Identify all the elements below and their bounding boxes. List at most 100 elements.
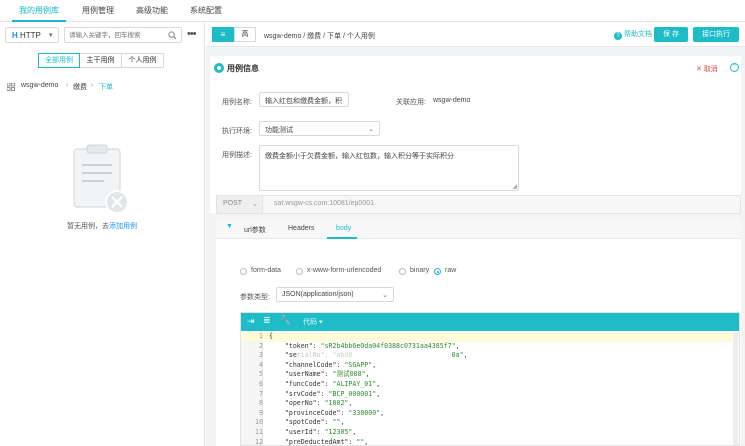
url-bar: POST ⌄ sat.wsgw-cs.com:10081/ep0001 xyxy=(216,195,741,214)
line-number: 9 xyxy=(259,408,263,417)
code-text: { xyxy=(269,332,273,340)
active-tab-indicator xyxy=(327,237,357,239)
line-number: 10 xyxy=(255,418,263,427)
radio-form-data-label: form-data xyxy=(251,267,281,274)
code-text: "userId": "12305", xyxy=(269,428,357,436)
tab-url-params[interactable]: url参数 xyxy=(244,225,266,235)
case-description-value: 缴费金额小于欠费金额，输入红包数，输入积分等于实际积分 xyxy=(265,153,454,160)
breadcrumb-l1[interactable]: 缴费 xyxy=(73,82,87,92)
param-type-label: 参数类型: xyxy=(240,294,270,301)
editor-toolbar: ⇥ ≣ 🔧 代码 ▾ xyxy=(241,313,739,331)
toolbar: ≡ 高 wsgw-demo / 缴费 / 下单 / 个人用例 ? 帮助文档 保 … xyxy=(206,23,745,47)
line-number: 8 xyxy=(259,399,263,408)
method-value: POST xyxy=(223,200,243,207)
help-label: 帮助文档 xyxy=(623,31,652,38)
code-dropdown[interactable]: 代码 ▾ xyxy=(303,317,322,327)
code-text: "provinceCode": "330000", xyxy=(269,408,385,417)
format-icon[interactable]: ⇥ xyxy=(247,316,255,327)
grid-icon xyxy=(7,83,15,91)
filter-trunk[interactable]: 主干用例 xyxy=(80,53,122,68)
code-text: "token": "sR2b4bb6e0da04f0388c0731aa4385… xyxy=(269,341,460,350)
more-icon[interactable]: ••• xyxy=(187,28,197,40)
view-button-high[interactable]: 高 xyxy=(234,27,256,42)
right-panel: ≡ 高 wsgw-demo / 缴费 / 下单 / 个人用例 ? 帮助文档 保 … xyxy=(206,23,745,446)
line-number: 6 xyxy=(259,380,263,388)
help-icon: ? xyxy=(614,32,622,40)
radio-binary[interactable] xyxy=(399,268,406,275)
app-value: wsgw-demo xyxy=(433,97,471,104)
url-input[interactable]: sat.wsgw-cs.com:10081/ep0001 xyxy=(274,200,374,207)
tab-advanced[interactable]: 高级功能 xyxy=(136,0,168,22)
caret-down-icon[interactable]: ▼ xyxy=(226,223,233,230)
code-text: "preDeductedAmt": "", xyxy=(269,437,369,446)
redaction-blur xyxy=(297,351,427,359)
radio-urlencoded[interactable] xyxy=(296,268,303,275)
desc-label: 用例描述: xyxy=(222,152,252,159)
name-label: 用例名称: xyxy=(222,99,252,106)
h-icon: H xyxy=(12,31,18,40)
filter-group: 全部用例 主干用例 个人用例 xyxy=(38,53,164,68)
param-type-value: JSON(application/json) xyxy=(282,291,354,298)
chevron-down-icon: ⌄ xyxy=(382,292,388,299)
resize-handle-icon[interactable]: ◢ xyxy=(512,183,517,190)
empty-text: 暂无用例，去 xyxy=(67,223,109,230)
search-box[interactable] xyxy=(64,27,182,43)
request-tabs: ▼ url参数 Headers body xyxy=(216,219,741,239)
protocol-label: HTTP xyxy=(20,31,41,40)
env-select[interactable]: 功能测试 ⌄ xyxy=(259,121,380,136)
case-name-value: 输入红包和缴费金额，积 xyxy=(265,98,342,105)
cancel-label: 取消 xyxy=(703,66,718,73)
radio-raw[interactable] xyxy=(434,268,441,275)
case-name-input[interactable]: 输入红包和缴费金额，积 xyxy=(259,92,349,107)
radio-urlencoded-label: x-www-form-urlencoded xyxy=(307,267,382,274)
search-input[interactable] xyxy=(69,30,165,41)
top-navigation: 我的用例库 用例管理 高级功能 系统配置 xyxy=(0,0,745,22)
cancel-link[interactable]: ✕ 取消 xyxy=(696,64,718,74)
run-button[interactable]: 接口执行 xyxy=(693,27,739,42)
help-link[interactable]: ? 帮助文档 xyxy=(614,29,652,40)
code-text: "channelCode": "SGAPP", xyxy=(269,360,377,369)
line-number: 7 xyxy=(259,389,263,398)
tab-headers[interactable]: Headers xyxy=(288,225,314,232)
left-panel: H HTTP ▾ ••• 全部用例 主干用例 个人用例 wsgw-demo › … xyxy=(0,23,205,446)
radio-raw-label: raw xyxy=(445,267,457,274)
radio-form-data[interactable] xyxy=(240,268,247,275)
line-number: 3 xyxy=(259,351,263,360)
add-case-link[interactable]: 添加用例 xyxy=(109,223,137,230)
code-text: "funcCode": "ALIPAY_01", xyxy=(269,380,381,388)
env-value: 功能测试 xyxy=(265,127,293,134)
case-info-card: 用例信息 ✕ 取消 ⌃ 用例名称: 输入红包和缴费金额，积 关联应用: wsgw… xyxy=(210,56,741,213)
collapse-icon[interactable]: ⌃ xyxy=(730,63,739,72)
tab-my-cases[interactable]: 我的用例库 xyxy=(12,0,66,22)
breadcrumb-l2[interactable]: 下单 xyxy=(99,82,113,92)
filter-personal[interactable]: 个人用例 xyxy=(122,53,164,68)
code-dropdown-label: 代码 xyxy=(303,319,317,326)
editor-scrollbar[interactable] xyxy=(733,332,738,445)
empty-message: 暂无用例，去添加用例 xyxy=(67,221,137,231)
env-label: 执行环境: xyxy=(222,128,252,135)
tab-system-config[interactable]: 系统配置 xyxy=(190,0,222,22)
case-description-textarea[interactable]: 缴费金额小于欠费金额，输入红包数，输入积分等于实际积分 ◢ xyxy=(259,145,519,191)
save-button[interactable]: 保 存 xyxy=(654,27,688,42)
param-type-select[interactable]: JSON(application/json) ⌄ xyxy=(276,287,394,302)
line-number: 12 xyxy=(255,437,263,446)
code-content: 1 {2 "token": "sR2b4bb6e0da04f0388c0731aa… xyxy=(241,332,739,446)
tab-case-management[interactable]: 用例管理 xyxy=(82,0,114,22)
line-number: 11 xyxy=(255,428,263,436)
tab-body[interactable]: body xyxy=(336,225,351,232)
list-view-icon[interactable]: ≡ xyxy=(212,27,234,42)
code-editor[interactable]: ⇥ ≣ 🔧 代码 ▾ 1 {2 "token": "sR2b4bb6e0da04f… xyxy=(240,312,740,446)
code-text: "userName": "测试008", xyxy=(269,370,370,379)
wrench-icon[interactable]: 🔧 xyxy=(280,315,291,326)
align-icon[interactable]: ≣ xyxy=(263,315,271,326)
protocol-select[interactable]: H HTTP ▾ xyxy=(5,27,59,43)
radio-binary-label: binary xyxy=(410,267,430,274)
filter-all[interactable]: 全部用例 xyxy=(38,53,80,68)
toolbar-breadcrumb: wsgw-demo / 缴费 / 下单 / 个人用例 xyxy=(264,33,375,40)
search-icon[interactable] xyxy=(168,31,177,40)
empty-illustration xyxy=(70,143,132,220)
request-area: ▼ url参数 Headers body form-data x-www-for… xyxy=(216,219,741,446)
method-select[interactable]: POST ⌄ xyxy=(217,196,263,213)
code-text: "spotCode": "", xyxy=(269,418,345,427)
breadcrumb-app[interactable]: wsgw-demo xyxy=(21,82,58,89)
